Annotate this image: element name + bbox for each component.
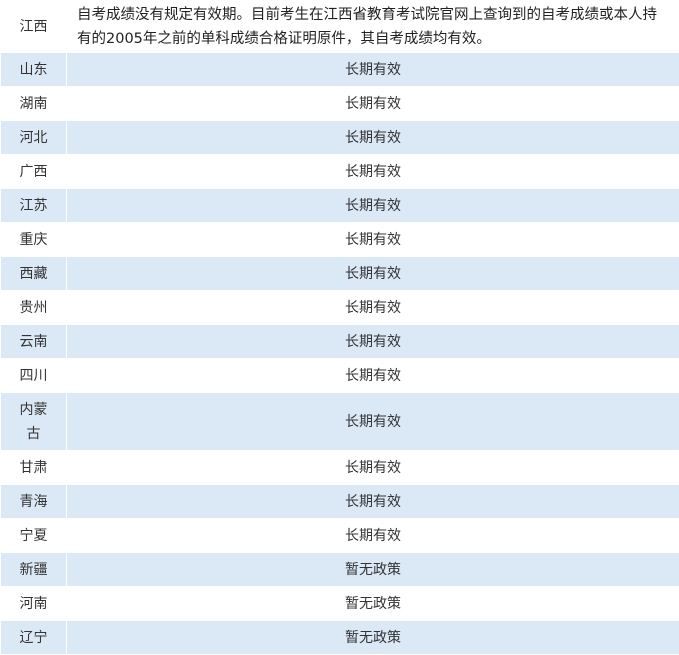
province-cell: 贵州 (1, 291, 67, 325)
table-row: 河北 长期有效 (1, 121, 679, 155)
province-cell: 山东 (1, 53, 67, 87)
table-row: 新疆 暂无政策 (1, 553, 679, 587)
policy-cell: 长期有效 (67, 393, 679, 451)
table-row: 青海 长期有效 (1, 485, 679, 519)
policy-cell: 自考成绩没有规定有效期。目前考生在江西省教育考试院官网上查询到的自考成绩或本人持… (67, 1, 679, 53)
table-row: 山东 长期有效 (1, 53, 679, 87)
province-cell: 宁夏 (1, 519, 67, 553)
province-cell: 甘肃 (1, 451, 67, 485)
province-cell: 云南 (1, 325, 67, 359)
table-row: 江西 自考成绩没有规定有效期。目前考生在江西省教育考试院官网上查询到的自考成绩或… (1, 1, 679, 53)
table-row: 重庆 长期有效 (1, 223, 679, 257)
province-cell: 江苏 (1, 189, 67, 223)
table-row: 宁夏 长期有效 (1, 519, 679, 553)
policy-cell: 长期有效 (67, 519, 679, 553)
table-row: 西藏 长期有效 (1, 257, 679, 291)
province-cell: 江西 (1, 1, 67, 53)
province-cell: 河南 (1, 587, 67, 621)
policy-table: 江西 自考成绩没有规定有效期。目前考生在江西省教育考试院官网上查询到的自考成绩或… (0, 0, 679, 655)
policy-table-body: 江西 自考成绩没有规定有效期。目前考生在江西省教育考试院官网上查询到的自考成绩或… (1, 1, 679, 655)
province-cell: 内蒙古 (1, 393, 67, 451)
province-cell: 四川 (1, 359, 67, 393)
province-label: 内蒙古 (18, 398, 50, 446)
province-cell: 重庆 (1, 223, 67, 257)
policy-cell: 长期有效 (67, 189, 679, 223)
table-row: 湖南 长期有效 (1, 87, 679, 121)
table-row: 甘肃 长期有效 (1, 451, 679, 485)
policy-cell: 长期有效 (67, 53, 679, 87)
province-cell: 河北 (1, 121, 67, 155)
table-row: 广西 长期有效 (1, 155, 679, 189)
province-cell: 广西 (1, 155, 67, 189)
table-row: 云南 长期有效 (1, 325, 679, 359)
table-row: 贵州 长期有效 (1, 291, 679, 325)
table-row: 四川 长期有效 (1, 359, 679, 393)
policy-cell: 暂无政策 (67, 621, 679, 655)
policy-cell: 长期有效 (67, 121, 679, 155)
table-row: 河南 暂无政策 (1, 587, 679, 621)
province-cell: 青海 (1, 485, 67, 519)
table-row: 内蒙古 长期有效 (1, 393, 679, 451)
policy-cell: 长期有效 (67, 451, 679, 485)
policy-cell: 长期有效 (67, 87, 679, 121)
policy-cell: 长期有效 (67, 485, 679, 519)
table-row: 辽宁 暂无政策 (1, 621, 679, 655)
policy-cell: 长期有效 (67, 155, 679, 189)
policy-cell: 长期有效 (67, 291, 679, 325)
province-cell: 西藏 (1, 257, 67, 291)
policy-cell: 暂无政策 (67, 587, 679, 621)
policy-cell: 长期有效 (67, 325, 679, 359)
province-cell: 新疆 (1, 553, 67, 587)
table-row: 江苏 长期有效 (1, 189, 679, 223)
province-cell: 湖南 (1, 87, 67, 121)
policy-cell: 暂无政策 (67, 553, 679, 587)
policy-cell: 长期有效 (67, 257, 679, 291)
policy-cell: 长期有效 (67, 359, 679, 393)
policy-cell: 长期有效 (67, 223, 679, 257)
province-cell: 辽宁 (1, 621, 67, 655)
